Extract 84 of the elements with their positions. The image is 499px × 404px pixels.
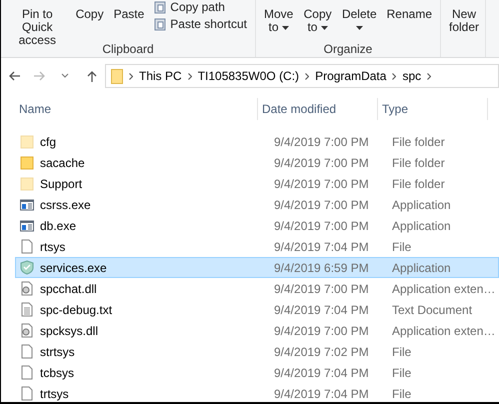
chevron-right-icon: [188, 72, 192, 80]
file-name: spcchat.dll: [40, 280, 97, 298]
date-cell-text: 9/4/2019 7:00 PM: [273, 196, 370, 214]
caret-icon: [356, 26, 363, 30]
file-row[interactable]: tcbsys 9/4/2019 7:04 PM File: [15, 362, 499, 383]
type-cell-text: File folder: [391, 134, 446, 150]
file-row[interactable]: strtsys 9/4/2019 7:02 PM File: [15, 341, 499, 362]
date-cell-text: 9/4/2019 7:00 PM: [273, 218, 370, 234]
file-row[interactable]: spcksys.dll 9/4/2019 7:00 PM Application exten…: [15, 320, 499, 341]
file-row[interactable]: services.exe 9/4/2019 6:59 PM Application: [15, 257, 499, 278]
date-cell-text: 9/4/2019 7:00 PM: [273, 280, 370, 298]
file-name: trtsys: [40, 386, 69, 402]
chevron-right-icon: [392, 72, 396, 80]
type-cell-text: File folder: [391, 154, 446, 172]
file-name: spc-debug.txt: [40, 302, 112, 318]
ribbon-button[interactable]: Delete: [338, 8, 381, 34]
group-label: Clipboard: [102, 43, 154, 56]
column-header[interactable]: Name: [19, 100, 52, 118]
file-name: spcksys.dll: [40, 322, 98, 340]
date-cell-text: 9/4/2019 7:00 PM: [273, 176, 370, 192]
type-cell-text: Text Document: [391, 302, 474, 318]
ribbon-button[interactable]: Rename: [382, 8, 436, 21]
date-cell-text: 9/4/2019 7:04 PM: [273, 386, 370, 402]
date-cell-text: 9/4/2019 7:04 PM: [273, 302, 370, 318]
type-cell-text: Application: [391, 196, 452, 214]
file-row[interactable]: trtsys 9/4/2019 7:04 PM File: [15, 383, 499, 404]
date-cell-text: 9/4/2019 7:04 PM: [273, 364, 370, 382]
file-row[interactable]: spc-debug.txt 9/4/2019 7:04 PM Text Document: [15, 299, 499, 320]
type-cell-text: File: [391, 238, 412, 256]
chevron-right-icon: [305, 72, 310, 80]
clipboard-icon: [154, 18, 166, 31]
ribbon-button[interactable]: Pin to Quick access: [5, 8, 70, 47]
file-name: Support: [40, 176, 82, 192]
type-cell-text: File: [391, 344, 412, 360]
caret-icon: [320, 26, 328, 30]
date-cell-text: 9/4/2019 7:00 PM: [273, 322, 370, 340]
group-label: Organize: [324, 43, 372, 56]
file-name: cfg: [40, 134, 56, 150]
file-name: tcbsys: [40, 364, 74, 382]
type-cell-text: Application: [391, 218, 452, 234]
chevron-right-icon[interactable]: [427, 72, 432, 80]
date-cell-text: 9/4/2019 6:59 PM: [273, 260, 370, 276]
file-name: strtsys: [40, 344, 75, 360]
type-cell-text: Application exten…: [391, 322, 496, 340]
chevron-right-icon: [129, 72, 133, 80]
date-cell-text: 9/4/2019 7:00 PM: [273, 134, 370, 150]
file-name: rtsys: [40, 238, 66, 256]
type-cell-text: File folder: [391, 176, 446, 192]
ribbon-button[interactable]: Copy to: [299, 8, 336, 34]
breadcrumb-item[interactable]: TI105835W0O (C:): [198, 67, 300, 85]
breadcrumb-item[interactable]: spc: [402, 67, 422, 85]
file-row[interactable]: csrss.exe 9/4/2019 7:00 PM Application: [15, 194, 499, 215]
date-cell-text: 9/4/2019 7:02 PM: [273, 344, 370, 360]
file-row[interactable]: sacache 9/4/2019 7:00 PM File folder: [15, 152, 499, 173]
file-name: sacache: [40, 154, 85, 172]
breadcrumb-item[interactable]: ProgramData: [315, 67, 386, 85]
ribbon-button[interactable]: Copy path: [150, 1, 251, 14]
ribbon-button[interactable]: Paste: [110, 8, 148, 21]
file-row[interactable]: cfg 9/4/2019 7:00 PM File folder: [15, 131, 499, 152]
ribbon-button[interactable]: New folder: [445, 8, 484, 34]
date-cell-text: 9/4/2019 7:04 PM: [273, 238, 370, 256]
folder-icon: [111, 68, 123, 84]
file-row[interactable]: rtsys 9/4/2019 7:04 PM File: [15, 236, 499, 257]
file-name: services.exe: [40, 260, 107, 276]
type-cell-text: Application exten…: [391, 280, 496, 298]
ribbon-button[interactable]: Paste shortcut: [150, 18, 251, 31]
type-cell-text: File: [391, 386, 412, 402]
up-arrow-icon[interactable]: [86, 70, 98, 82]
breadcrumb-item[interactable]: This PC: [139, 67, 182, 85]
ribbon-button[interactable]: Move to: [260, 8, 298, 34]
type-cell-text: File: [391, 364, 412, 382]
file-row[interactable]: db.exe 9/4/2019 7:00 PM Application: [15, 215, 499, 236]
file-name: csrss.exe: [40, 196, 91, 214]
back-arrow-icon[interactable]: [8, 70, 20, 82]
column-header[interactable]: Date modified: [262, 100, 336, 118]
column-header[interactable]: Type: [382, 100, 408, 118]
file-row[interactable]: Support 9/4/2019 7:00 PM File folder: [15, 173, 499, 194]
caret-icon: [282, 26, 289, 30]
date-cell-text: 9/4/2019 7:00 PM: [273, 154, 370, 172]
file-row[interactable]: spcchat.dll 9/4/2019 7:00 PM Application exten…: [15, 278, 499, 299]
type-cell-text: Application: [391, 260, 452, 276]
address-bar[interactable]: This PC TI105835W0O (C:) ProgramData spc: [105, 64, 499, 88]
file-name: db.exe: [40, 218, 76, 234]
ribbon-button[interactable]: Copy: [72, 8, 108, 21]
